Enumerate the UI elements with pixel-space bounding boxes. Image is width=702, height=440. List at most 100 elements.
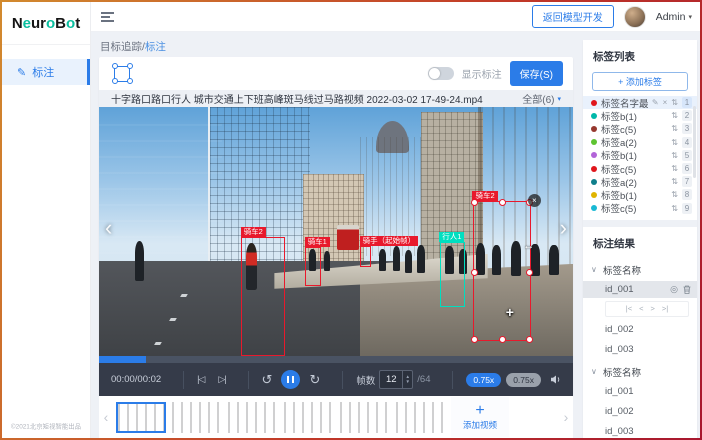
annotation-box[interactable]: 骑手（起始帧） — [360, 246, 371, 267]
sort-tag-icon[interactable]: ⇅ — [671, 190, 678, 199]
result-item[interactable]: id_001◎ — [583, 281, 697, 298]
user-menu[interactable]: Admin ▾ — [656, 11, 692, 23]
resize-handle[interactable] — [471, 269, 478, 276]
tag-list-item[interactable]: 标签c(5)⇅9 — [583, 202, 697, 215]
locate-icon[interactable]: ◎ — [670, 284, 678, 295]
prev-frame-icon[interactable]: |◁ — [197, 374, 204, 385]
resize-handle[interactable] — [526, 336, 533, 343]
video-stage[interactable]: 骑车2骑车1骑手（起始帧）行人1骑车2× ‹ › + ↔ — [99, 107, 573, 356]
delete-box-icon[interactable]: × — [528, 194, 541, 207]
back-to-model-dev-button[interactable]: 返回模型开发 — [532, 5, 614, 28]
tag-name: 标签c(5) — [601, 122, 667, 136]
pause-button[interactable] — [281, 370, 300, 389]
result-group-row[interactable]: ∨标签名称 — [583, 361, 697, 383]
edit-tag-icon[interactable]: ✎ — [652, 98, 659, 107]
tag-list-item[interactable]: 标签b(1)⇅5 — [583, 149, 697, 162]
resize-handle[interactable] — [499, 199, 506, 206]
forward-10-icon[interactable]: ↻ — [309, 372, 320, 388]
result-id: id_002 — [605, 406, 634, 417]
speed-group: 0.75x 0.75x — [452, 371, 561, 389]
result-item[interactable]: id_002 — [583, 403, 697, 420]
sidebar-item-annotate[interactable]: ✎ 标注 — [2, 59, 90, 85]
app-logo: NeuroBot — [2, 2, 90, 45]
add-tag-button[interactable]: + 添加标签 — [592, 72, 688, 91]
video-thumbnail[interactable] — [116, 402, 166, 433]
video-thumbnail[interactable] — [396, 402, 446, 433]
tag-list-item[interactable]: 标签c(5) ⇅ 3 — [583, 122, 697, 135]
annotation-result-title: 标注结果 — [583, 236, 697, 259]
sort-tag-icon[interactable]: ⇅ — [671, 164, 678, 173]
rewind-10-icon[interactable]: ↺ — [262, 372, 273, 388]
tag-list-item[interactable]: 标签c(5)⇅6 — [583, 162, 697, 175]
panel-divider — [583, 220, 697, 227]
sort-tag-icon[interactable]: ⇅ — [671, 177, 678, 186]
toggle-knob — [429, 68, 440, 79]
frame-stepper[interactable]: ▲▼ — [402, 371, 412, 388]
tag-color-dot — [591, 205, 597, 211]
collapse-caret-icon[interactable]: ∨ — [591, 367, 598, 376]
scrollbar[interactable] — [693, 106, 696, 178]
video-thumbnail[interactable] — [284, 402, 334, 433]
resize-handle[interactable] — [471, 336, 478, 343]
frame-number-input[interactable]: 12 ▲▼ — [379, 370, 413, 389]
result-item[interactable]: id_001 — [583, 383, 697, 400]
result-item[interactable]: id_003 — [583, 341, 697, 358]
result-item[interactable]: id_002 — [583, 321, 697, 338]
resize-handle[interactable] — [471, 199, 478, 206]
result-id: id_001 — [605, 386, 634, 397]
annotation-box[interactable]: 骑车2× — [473, 201, 531, 341]
annotation-box[interactable]: 骑车1 — [305, 247, 321, 286]
tag-list-item[interactable]: 标签b(1)⇅8 — [583, 188, 697, 201]
delete-tag-icon[interactable]: × — [663, 98, 668, 107]
next-frame-icon[interactable]: ▷| — [218, 374, 225, 385]
menu-fold-icon[interactable] — [101, 12, 114, 22]
step-down-icon[interactable]: ▼ — [406, 380, 410, 385]
filmstrip-next-chevron[interactable]: › — [561, 409, 571, 425]
tag-list-item[interactable]: 标签名字最长数...✎×⇅1 — [583, 96, 697, 109]
result-item[interactable]: id_003 — [583, 423, 697, 438]
volume-icon[interactable] — [550, 374, 561, 385]
annotation-box[interactable]: 骑车2 — [241, 237, 285, 356]
video-thumbnail[interactable] — [228, 402, 278, 433]
prev-video-chevron[interactable]: ‹ — [105, 217, 112, 239]
pager-button[interactable]: < — [639, 304, 643, 313]
sort-tag-icon[interactable]: ⇅ — [671, 204, 678, 213]
sort-tag-icon[interactable]: ⇅ — [671, 111, 678, 120]
trash-icon[interactable] — [683, 285, 691, 294]
tag-list-item[interactable]: 标签b(1)⇅2 — [583, 109, 697, 122]
resize-handle[interactable] — [526, 269, 533, 276]
video-progress-bar[interactable] — [99, 356, 573, 363]
speed-pill[interactable]: 0.75x — [506, 373, 541, 387]
result-item-icons: ◎ — [670, 284, 691, 295]
sort-tag-icon[interactable]: ⇅ — [671, 151, 678, 160]
show-annotation-toggle[interactable] — [428, 67, 454, 80]
video-filter-dropdown[interactable]: 全部(6) ▾ — [522, 91, 561, 106]
tag-name: 标签c(5) — [601, 201, 667, 215]
avatar[interactable] — [624, 6, 646, 28]
video-thumbnail[interactable] — [172, 402, 222, 433]
tag-list-item[interactable]: 标签a(2)⇅7 — [583, 175, 697, 188]
annotation-card: 显示标注 保存(S) 十字路口路口行人 城市交通上下班高峰斑马线过马路视频 20… — [99, 57, 573, 396]
tag-list-item[interactable]: 标签a(2)⇅4 — [583, 136, 697, 149]
next-video-chevron[interactable]: › — [560, 217, 567, 239]
sort-tag-icon[interactable]: ⇅ — [671, 138, 678, 147]
video-thumbnail[interactable] — [340, 402, 390, 433]
breadcrumb-parent[interactable]: 目标追踪 — [100, 41, 142, 53]
collapse-caret-icon[interactable]: ∨ — [591, 265, 598, 274]
add-video-button[interactable]: + 添加视频 — [451, 397, 509, 437]
resize-handle[interactable] — [499, 336, 506, 343]
tag-color-dot — [591, 126, 597, 132]
filmstrip-prev-chevron[interactable]: ‹ — [101, 409, 111, 425]
bbox-tool-icon[interactable] — [114, 66, 130, 82]
pager-button[interactable]: > — [651, 304, 655, 313]
save-button[interactable]: 保存(S) — [510, 61, 563, 86]
pager-button[interactable]: >| — [662, 304, 668, 313]
result-id: id_003 — [605, 344, 634, 355]
sort-tag-icon[interactable]: ⇅ — [671, 124, 678, 133]
pager-button[interactable]: |< — [626, 304, 632, 313]
sort-tag-icon[interactable]: ⇅ — [671, 98, 678, 107]
annotation-box[interactable]: 行人1 — [440, 242, 465, 307]
tag-shortcut-number: 3 — [682, 123, 692, 134]
result-group-row[interactable]: ∨标签名称 — [583, 259, 697, 281]
speed-pill-active[interactable]: 0.75x — [466, 373, 501, 387]
